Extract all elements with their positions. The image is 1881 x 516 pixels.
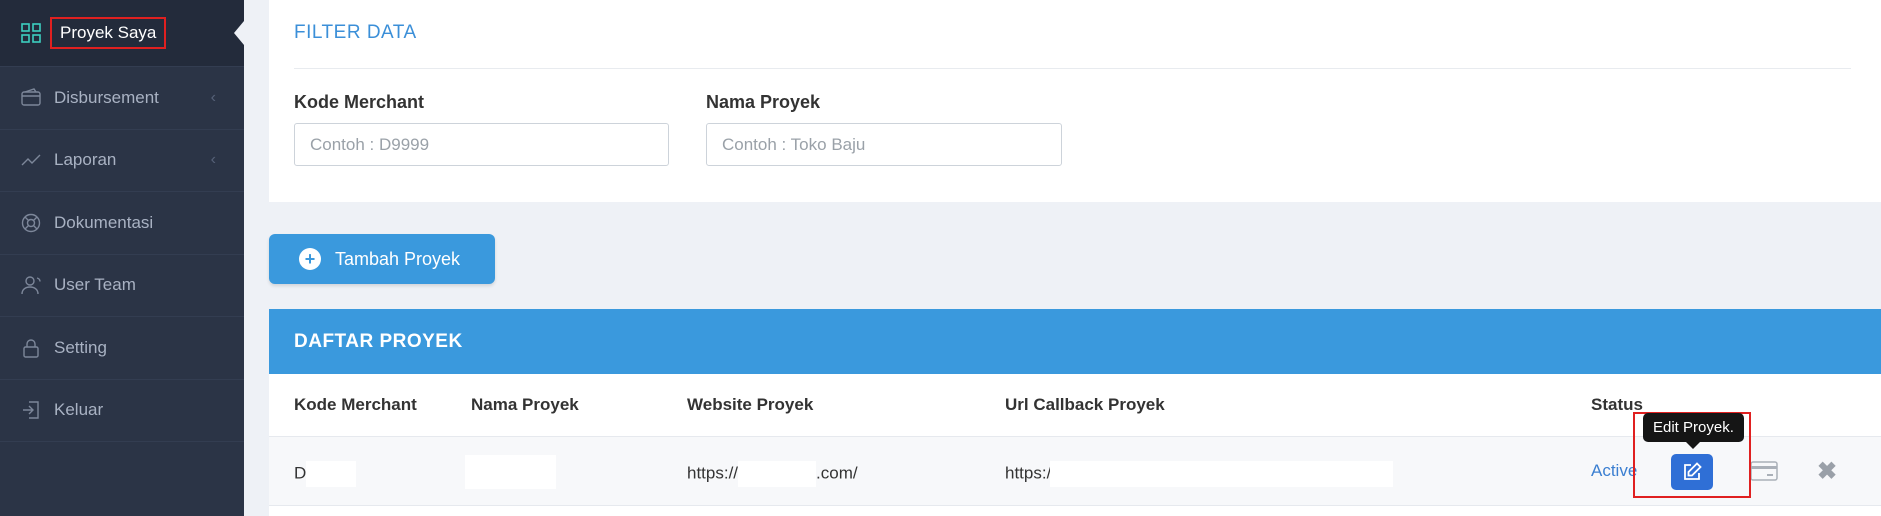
plus-circle-icon: +: [299, 248, 321, 270]
sidebar-item-label: Setting: [54, 337, 107, 357]
nama-proyek-input[interactable]: [706, 123, 1062, 166]
sidebar-item-dokumentasi[interactable]: Dokumentasi: [0, 192, 244, 255]
kode-merchant-value: D: [294, 463, 307, 483]
cell-nama-proyek: [465, 455, 556, 489]
redacted-block: [738, 461, 817, 487]
chart-line-icon: [20, 149, 42, 171]
redacted-block: [306, 461, 357, 487]
sidebar-item-keluar[interactable]: Keluar: [0, 380, 244, 442]
kode-merchant-input[interactable]: [294, 123, 669, 166]
filter-card: FILTER DATA Kode Merchant Nama Proyek: [269, 0, 1881, 202]
sidebar-item-proyek-saya[interactable]: Proyek Saya: [0, 0, 244, 67]
redacted-block: [1050, 461, 1394, 487]
kode-merchant-label: Kode Merchant: [294, 92, 425, 112]
nama-proyek-field: Nama Proyek: [706, 92, 1062, 166]
divider: [294, 68, 1851, 69]
logout-icon: [20, 399, 42, 421]
column-header-url-callback: Url Callback Proyek: [1005, 395, 1165, 414]
sidebar-item-laporan[interactable]: Laporan ‹: [0, 130, 244, 192]
column-header-website-proyek: Website Proyek: [687, 395, 814, 414]
column-header-kode-merchant: Kode Merchant: [294, 395, 417, 414]
grid-icon: [20, 22, 42, 44]
sidebar-item-label: Keluar: [54, 400, 104, 420]
sidebar-item-label: Laporan: [54, 150, 117, 170]
nama-proyek-label: Nama Proyek: [706, 92, 821, 112]
redacted-block: [465, 455, 556, 489]
filter-title: FILTER DATA: [294, 22, 417, 43]
active-indicator: [234, 21, 244, 45]
sidebar-item-user-team[interactable]: User Team: [0, 255, 244, 317]
cell-url-callback: https://: [1005, 461, 1394, 487]
callback-prefix: https://: [1005, 463, 1057, 483]
sidebar: Proyek Saya Disbursement ‹ Laporan ‹ Dok…: [0, 0, 244, 516]
credit-card-icon[interactable]: [1750, 461, 1778, 481]
sidebar-item-label: Dokumentasi: [54, 212, 154, 232]
chevron-left-icon: ‹: [210, 88, 216, 106]
tambah-proyek-button[interactable]: + Tambah Proyek: [269, 234, 495, 284]
sidebar-item-label: Disbursement: [54, 87, 159, 107]
kode-merchant-field: Kode Merchant: [294, 92, 669, 166]
delete-icon[interactable]: ✖: [1817, 457, 1837, 486]
column-header-nama-proyek: Nama Proyek: [471, 395, 579, 414]
cell-kode-merchant: D: [294, 461, 357, 487]
edit-proyek-tooltip: Edit Proyek.: [1643, 413, 1744, 442]
sidebar-item-setting[interactable]: Setting: [0, 317, 244, 380]
lock-icon: [20, 337, 42, 359]
tambah-proyek-label: Tambah Proyek: [335, 248, 461, 269]
lifebuoy-icon: [20, 212, 42, 234]
chevron-left-icon: ‹: [210, 151, 216, 169]
daftar-proyek-title: DAFTAR PROYEK: [269, 309, 1881, 374]
wallet-icon: [20, 87, 42, 109]
website-suffix: .com/: [816, 463, 858, 483]
user-icon: [20, 274, 42, 296]
status-active-link[interactable]: Active: [1591, 461, 1637, 481]
sidebar-item-label: User Team: [54, 275, 136, 295]
sidebar-item-label: Proyek Saya: [50, 17, 167, 49]
cell-website-proyek: https:// .com/: [687, 461, 858, 487]
sidebar-item-disbursement[interactable]: Disbursement ‹: [0, 67, 244, 130]
website-prefix: https://: [687, 463, 739, 483]
